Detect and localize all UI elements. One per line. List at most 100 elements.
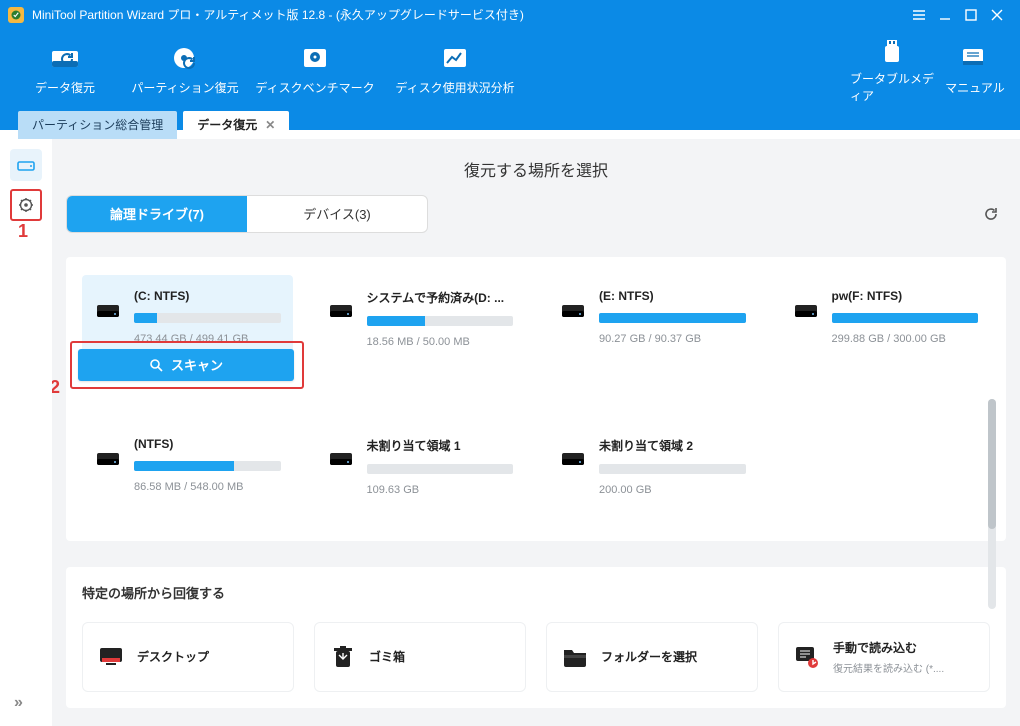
drive-name: pw(F: NTFS)	[832, 289, 979, 303]
toolbar-partition-recovery[interactable]: パーティション復元	[120, 34, 250, 104]
drive-icon	[559, 443, 587, 471]
scrollbar[interactable]	[988, 399, 996, 609]
usage-bar	[367, 316, 514, 326]
tab-data-recovery[interactable]: データ復元 ✕	[183, 111, 289, 139]
tab-label: パーティション総合管理	[32, 116, 163, 133]
drive-name: 未割り当て領域 2	[599, 437, 746, 454]
drive-icon	[94, 443, 122, 471]
sidebar-expand-button[interactable]: »	[14, 694, 21, 712]
toolbar-disk-usage[interactable]: ディスク使用状況分析	[380, 34, 530, 104]
drive-size: 200.00 GB	[599, 484, 746, 496]
drive-size: 90.27 GB / 90.37 GB	[599, 333, 746, 345]
sidebar-settings-button[interactable]	[10, 189, 42, 221]
toolbar-manual[interactable]: マニュアル	[940, 34, 1010, 104]
app-logo-icon	[8, 7, 24, 23]
drive-type-switch: 論理ドライブ(7) デバイス(3)	[66, 195, 428, 233]
drive-size: 109.63 GB	[367, 484, 514, 496]
usage-bar	[832, 313, 979, 323]
location-select-folder[interactable]: フォルダーを選択	[546, 622, 758, 692]
segment-devices[interactable]: デバイス(3)	[247, 196, 427, 232]
drive-name: (C: NTFS)	[134, 289, 281, 303]
drive-icon	[792, 295, 820, 323]
segment-logical-drives[interactable]: 論理ドライブ(7)	[67, 196, 247, 232]
toolbar-label: パーティション復元	[131, 79, 238, 96]
location-recycle-bin[interactable]: ゴミ箱	[314, 622, 526, 692]
drive-name: (E: NTFS)	[599, 289, 746, 303]
scan-label: スキャン	[171, 355, 223, 374]
tab-bar: パーティション総合管理 データ復元 ✕	[0, 109, 1020, 139]
trash-icon	[329, 643, 357, 671]
section-title: 特定の場所から回復する	[82, 583, 990, 602]
drive-icon	[327, 295, 355, 323]
toolbar-disk-benchmark[interactable]: ディスクベンチマーク	[250, 34, 380, 104]
disk-benchmark-icon	[299, 43, 331, 73]
usage-bar	[134, 461, 281, 471]
scroll-thumb[interactable]	[988, 399, 996, 529]
drive-size: 18.56 MB / 50.00 MB	[367, 336, 514, 348]
toolbar-label: ディスクベンチマーク	[255, 79, 374, 96]
drive-size: 86.58 MB / 548.00 MB	[134, 481, 281, 493]
location-label: フォルダーを選択	[601, 648, 697, 665]
folder-icon	[561, 643, 589, 671]
sidebar: 1 »	[0, 139, 52, 726]
usage-bar	[599, 464, 746, 474]
toolbar-label: ブータブルメディア	[850, 70, 940, 104]
partition-recovery-icon	[169, 43, 201, 73]
usage-bar	[367, 464, 514, 474]
location-desktop[interactable]: デスクトップ	[82, 622, 294, 692]
specific-location-section: 特定の場所から回復する デスクトップ ゴミ箱 フォルダーを選択	[66, 567, 1006, 708]
window-title: MiniTool Partition Wizard プロ・アルティメット版 12…	[32, 6, 906, 23]
drive-icon	[94, 295, 122, 323]
usage-bar	[134, 313, 281, 323]
manual-icon	[961, 47, 989, 73]
tab-label: データ復元	[197, 116, 257, 133]
drive-name: システムで予約済み(D: ...	[367, 289, 514, 306]
drive-card[interactable]: (E: NTFS) 90.27 GB / 90.37 GB	[547, 275, 758, 375]
drive-name: (NTFS)	[134, 437, 281, 451]
toolbar-bootable-media[interactable]: ブータブルメディア	[850, 34, 940, 104]
location-label: ゴミ箱	[369, 648, 405, 665]
location-manual-load[interactable]: 手動で読み込む 復元結果を読み込む (*....	[778, 622, 990, 692]
annotation-2: 2	[52, 377, 60, 398]
sidebar-drives-button[interactable]	[10, 149, 42, 181]
tab-partition-management[interactable]: パーティション総合管理	[18, 111, 177, 139]
load-icon	[793, 643, 821, 671]
usage-bar	[599, 313, 746, 323]
drive-icon	[559, 295, 587, 323]
drive-card[interactable]: (NTFS) 86.58 MB / 548.00 MB	[82, 423, 293, 523]
drive-card[interactable]: システムで予約済み(D: ... 18.56 MB / 50.00 MB	[315, 275, 526, 375]
drive-card[interactable]: 未割り当て領域 2 200.00 GB	[547, 423, 758, 523]
location-label: デスクトップ	[137, 648, 209, 665]
page-title: 復元する場所を選択	[66, 149, 1006, 195]
drive-size: 473.44 GB / 499.41 GB	[134, 333, 281, 345]
toolbar-data-recovery[interactable]: データ復元	[10, 34, 120, 104]
scan-button[interactable]: スキャン	[78, 349, 294, 381]
drive-grid: (C: NTFS) 473.44 GB / 499.41 GB システムで予約済…	[82, 275, 990, 523]
location-label: 手動で読み込む	[833, 639, 944, 656]
toolbar-label: ディスク使用状況分析	[395, 79, 514, 96]
close-button[interactable]	[984, 5, 1010, 25]
desktop-icon	[97, 643, 125, 671]
drive-name: 未割り当て領域 1	[367, 437, 514, 454]
usb-icon	[881, 38, 909, 64]
drive-icon	[327, 443, 355, 471]
annotation-1: 1	[18, 221, 28, 242]
gear-icon	[18, 197, 34, 213]
drive-size: 299.88 GB / 300.00 GB	[832, 333, 979, 345]
location-sublabel: 復元結果を読み込む (*....	[833, 660, 944, 675]
drive-card[interactable]: pw(F: NTFS) 299.88 GB / 300.00 GB	[780, 275, 991, 375]
data-recovery-icon	[49, 43, 81, 73]
minimize-button[interactable]	[932, 5, 958, 25]
search-icon	[149, 358, 163, 372]
toolbar-label: マニュアル	[945, 79, 1005, 96]
main-content: 復元する場所を選択 論理ドライブ(7) デバイス(3) (C: NTFS)	[52, 139, 1020, 726]
refresh-button[interactable]	[976, 199, 1006, 229]
tab-close-icon[interactable]: ✕	[265, 118, 275, 132]
main-toolbar: データ復元 パーティション復元 ディスクベンチマーク ディスク使用状況分析 ブー…	[0, 30, 1020, 109]
maximize-button[interactable]	[958, 5, 984, 25]
drive-card[interactable]: 未割り当て領域 1 109.63 GB	[315, 423, 526, 523]
disk-usage-icon	[439, 43, 471, 73]
toolbar-label: データ復元	[35, 79, 95, 96]
menu-button[interactable]	[906, 5, 932, 25]
refresh-icon	[982, 205, 1000, 223]
